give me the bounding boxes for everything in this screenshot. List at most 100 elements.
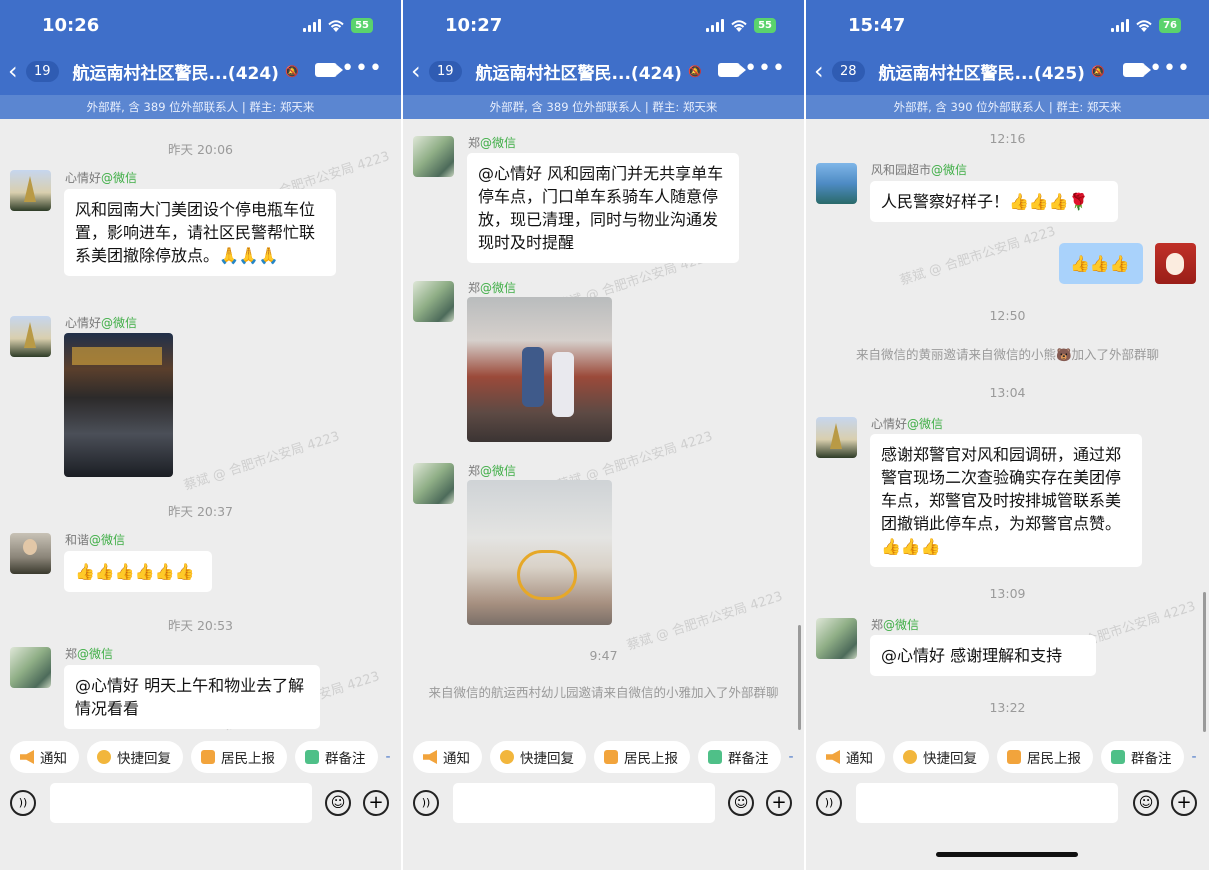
quick-action-note[interactable]: 群备注 xyxy=(698,741,781,773)
quick-action-reply[interactable]: 快捷回复 xyxy=(490,741,586,773)
chat-title[interactable]: 航运南村社区警民...(424) xyxy=(476,59,682,84)
quick-action-bar: 通知 快捷回复 居民上报 群备注 - xyxy=(806,733,1209,781)
avatar[interactable] xyxy=(10,316,51,357)
message-input[interactable] xyxy=(453,783,715,823)
voice-input-icon[interactable]: )) xyxy=(10,790,36,816)
timestamp: 13:22 xyxy=(989,700,1026,715)
scrollbar[interactable] xyxy=(798,625,801,730)
plus-icon[interactable]: + xyxy=(766,790,792,816)
plus-icon[interactable]: + xyxy=(1171,790,1197,816)
status-icons: 55 xyxy=(303,18,373,33)
image-message[interactable] xyxy=(467,297,612,442)
watermark: 蔡斌 @ 合肥市公安局 4223 xyxy=(625,589,785,654)
unread-badge[interactable]: 19 xyxy=(26,60,59,82)
nav-bar: ‹ 19 航运南村社区警民...(424) 🔕 ••• xyxy=(0,51,401,91)
signal-icon xyxy=(1111,19,1130,32)
chat-title[interactable]: 航运南村社区警民...(425) xyxy=(879,59,1085,84)
avatar[interactable] xyxy=(413,136,454,177)
home-indicator[interactable] xyxy=(936,852,1078,857)
battery-icon: 55 xyxy=(754,18,776,33)
chevron-left-icon[interactable]: ‹ xyxy=(411,59,425,83)
more-actions-indicator[interactable]: - xyxy=(1192,749,1197,765)
message-bubble[interactable]: @心情好 感谢理解和支持 xyxy=(870,635,1096,676)
quick-action-notice[interactable]: 通知 xyxy=(816,741,885,773)
my-message-bubble[interactable]: 👍👍👍 xyxy=(1059,243,1143,284)
status-time: 15:47 xyxy=(848,15,906,36)
report-icon xyxy=(1007,750,1021,764)
message-bubble[interactable]: @心情好 明天上午和物业去了解情况看看 xyxy=(64,665,320,729)
chevron-left-icon[interactable]: ‹ xyxy=(814,59,828,83)
message-input[interactable] xyxy=(50,783,312,823)
emoji-icon[interactable]: ☺ xyxy=(325,790,351,816)
emoji-icon[interactable]: ☺ xyxy=(1133,790,1159,816)
group-info-bar[interactable]: 外部群, 含 389 位外部联系人 | 群主: 郑天来 xyxy=(0,95,401,119)
avatar[interactable] xyxy=(816,163,857,204)
message-bubble[interactable]: 感谢郑警官对风和园调研，通过郑警官现场二次查验确实存在美团停车点，郑警官及时按排… xyxy=(870,434,1142,567)
video-call-icon[interactable] xyxy=(1123,63,1151,77)
message-bubble[interactable]: @心情好 风和园南门并无共享单车停车点，门口单车系骑车人随意停放，现已清理，同时… xyxy=(467,153,739,263)
report-icon xyxy=(604,750,618,764)
quick-action-reply[interactable]: 快捷回复 xyxy=(893,741,989,773)
avatar[interactable] xyxy=(10,647,51,688)
status-icons: 76 xyxy=(1111,18,1181,33)
chat-title[interactable]: 航运南村社区警民...(424) xyxy=(73,59,279,84)
plus-icon[interactable]: + xyxy=(363,790,389,816)
signal-icon xyxy=(303,19,322,32)
sender-name: 风和园超市@微信 xyxy=(871,163,968,177)
avatar[interactable] xyxy=(816,417,857,458)
quick-action-report[interactable]: 居民上报 xyxy=(594,741,690,773)
avatar[interactable] xyxy=(816,618,857,659)
my-avatar[interactable] xyxy=(1155,243,1196,284)
emoji-icon[interactable]: ☺ xyxy=(728,790,754,816)
voice-input-icon[interactable]: )) xyxy=(816,790,842,816)
sender-name: 郑@微信 xyxy=(65,647,114,661)
voice-input-icon[interactable]: )) xyxy=(413,790,439,816)
quick-action-notice[interactable]: 通知 xyxy=(10,741,79,773)
chat-screen-2: 10:27 55 ‹ 19 航运南村社区警民...(424) 🔕 ••• 外部群… xyxy=(403,0,804,870)
avatar[interactable] xyxy=(413,281,454,322)
wifi-icon xyxy=(327,19,345,33)
chevron-left-icon[interactable]: ‹ xyxy=(8,59,22,83)
image-message[interactable] xyxy=(467,480,612,625)
more-dots-icon[interactable]: ••• xyxy=(744,56,786,81)
status-time: 10:27 xyxy=(445,15,503,36)
quick-action-notice[interactable]: 通知 xyxy=(413,741,482,773)
message-bubble[interactable]: 风和园南大门美团设个停电瓶车位置，影响进车，请社区民警帮忙联系美团撤除停放点。🙏… xyxy=(64,189,336,276)
timestamp: 昨天 20:53 xyxy=(168,618,233,633)
more-actions-indicator[interactable]: - xyxy=(789,749,794,765)
more-dots-icon[interactable]: ••• xyxy=(341,56,383,81)
mute-bell-icon: 🔕 xyxy=(1090,64,1105,78)
megaphone-icon xyxy=(826,750,840,764)
sender-name: 郑@微信 xyxy=(468,464,517,478)
reply-icon xyxy=(500,750,514,764)
timestamp: 13:04 xyxy=(989,385,1026,400)
chat-header: 10:27 55 ‹ 19 航运南村社区警民...(424) 🔕 ••• 外部群… xyxy=(403,0,804,119)
more-actions-indicator[interactable]: - xyxy=(386,749,391,765)
message-bubble[interactable]: 👍👍👍👍👍👍 xyxy=(64,551,212,592)
quick-action-note[interactable]: 群备注 xyxy=(295,741,378,773)
sender-name: 郑@微信 xyxy=(871,618,920,632)
quick-action-reply[interactable]: 快捷回复 xyxy=(87,741,183,773)
scrollbar[interactable] xyxy=(1203,592,1206,732)
video-call-icon[interactable] xyxy=(315,63,343,77)
message-input[interactable] xyxy=(856,783,1118,823)
image-message[interactable] xyxy=(64,333,173,477)
sender-name: 心情好@微信 xyxy=(65,316,138,330)
avatar[interactable] xyxy=(10,533,51,574)
timestamp: 9:47 xyxy=(589,648,618,663)
watermark: 蔡斌 @ 合肥市公安局 4223 xyxy=(898,224,1058,289)
chat-header: 15:47 76 ‹ 28 航运南村社区警民...(425) 🔕 ••• 外部群… xyxy=(806,0,1209,119)
nav-bar: ‹ 28 航运南村社区警民...(425) 🔕 ••• xyxy=(806,51,1209,91)
message-bubble[interactable]: 人民警察好样子！👍👍👍🌹 xyxy=(870,181,1118,222)
unread-badge[interactable]: 19 xyxy=(429,60,462,82)
quick-action-note[interactable]: 群备注 xyxy=(1101,741,1184,773)
avatar[interactable] xyxy=(413,463,454,504)
unread-badge[interactable]: 28 xyxy=(832,60,865,82)
video-call-icon[interactable] xyxy=(718,63,746,77)
group-info-bar[interactable]: 外部群, 含 389 位外部联系人 | 群主: 郑天来 xyxy=(403,95,804,119)
quick-action-report[interactable]: 居民上报 xyxy=(997,741,1093,773)
more-dots-icon[interactable]: ••• xyxy=(1149,56,1191,81)
group-info-bar[interactable]: 外部群, 含 390 位外部联系人 | 群主: 郑天来 xyxy=(806,95,1209,119)
avatar[interactable] xyxy=(10,170,51,211)
quick-action-report[interactable]: 居民上报 xyxy=(191,741,287,773)
